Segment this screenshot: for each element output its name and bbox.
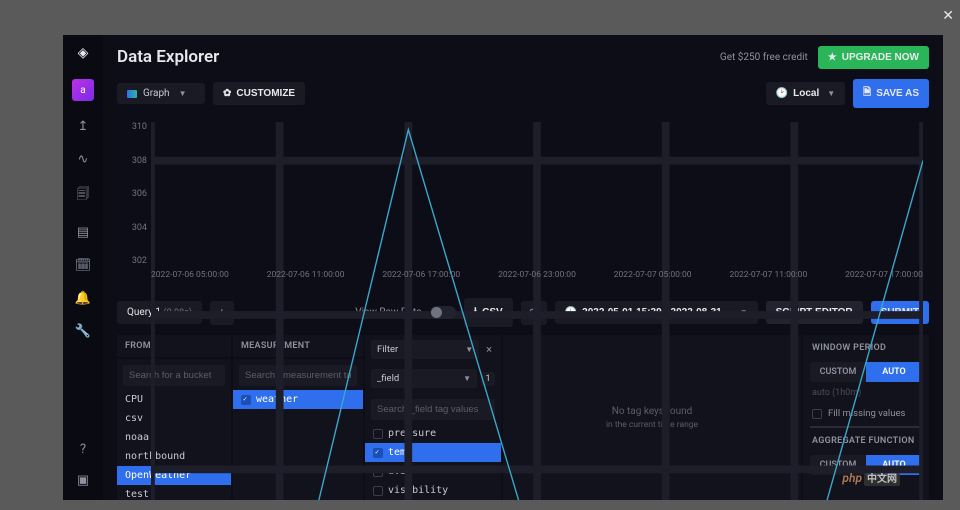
pin-icon[interactable]: ✕ [942, 8, 954, 24]
feedback-icon[interactable]: ▣ [77, 473, 89, 488]
upload-icon[interactable]: ↥ [78, 119, 89, 134]
save-as-label: SAVE AS [876, 88, 919, 99]
save-as-button[interactable]: 🗎 SAVE AS [853, 79, 929, 108]
main: Data Explorer Get $250 free credit ★ UPG… [103, 35, 943, 500]
app-frame: ◈ a ↥ ∿ 🗐 ▤ 🗓 🔔 🔧 ? ▣ Data Explorer Get … [63, 35, 943, 500]
credit-text[interactable]: Get $250 free credit [720, 52, 808, 63]
explore-icon[interactable]: ∿ [78, 152, 89, 167]
raw-data-toggle[interactable] [430, 306, 456, 319]
checkbox-icon [373, 448, 383, 458]
tasks-icon[interactable]: 🗓 [75, 258, 92, 273]
chart: 310308306304302 2022-07-06 05:00:002022-… [117, 116, 929, 288]
chevron-down-icon: ▼ [827, 89, 835, 98]
settings-icon[interactable]: 🔧 [75, 324, 91, 339]
page-title: Data Explorer [117, 47, 219, 67]
visualization-type-select[interactable]: Graph ▼ [117, 83, 205, 104]
chevron-down-icon: ▼ [179, 89, 187, 98]
checkbox-icon [241, 395, 251, 405]
x-axis: 2022-07-06 05:00:002022-07-06 11:00:0020… [151, 270, 923, 284]
timezone-label: Local [793, 88, 819, 99]
timezone-select[interactable]: 🕑 Local▼ [766, 82, 846, 105]
logo-icon[interactable]: ◈ [78, 45, 89, 61]
notebook-icon[interactable]: 🗐 [77, 185, 90, 207]
alerts-icon[interactable]: 🔔 [75, 291, 91, 306]
controls-row: Graph ▼ ✿ CUSTOMIZE 🕑 Local▼ 🗎 SAVE AS [103, 79, 943, 116]
graph-icon [127, 90, 137, 98]
y-axis: 310308306304302 [117, 122, 147, 266]
org-tile[interactable]: a [72, 79, 94, 101]
topbar: Data Explorer Get $250 free credit ★ UPG… [103, 35, 943, 79]
help-icon[interactable]: ? [80, 442, 86, 457]
sidebar: ◈ a ↥ ∿ 🗐 ▤ 🗓 🔔 🔧 ? ▣ [63, 35, 103, 500]
upgrade-label: UPGRADE NOW [842, 52, 919, 63]
visualization-type-label: Graph [143, 88, 170, 99]
customize-button[interactable]: ✿ CUSTOMIZE [213, 82, 305, 105]
customize-label: CUSTOMIZE [236, 88, 295, 99]
dashboards-icon[interactable]: ▤ [77, 225, 89, 240]
plot-canvas[interactable] [151, 122, 923, 500]
upgrade-button[interactable]: ★ UPGRADE NOW [818, 46, 929, 69]
